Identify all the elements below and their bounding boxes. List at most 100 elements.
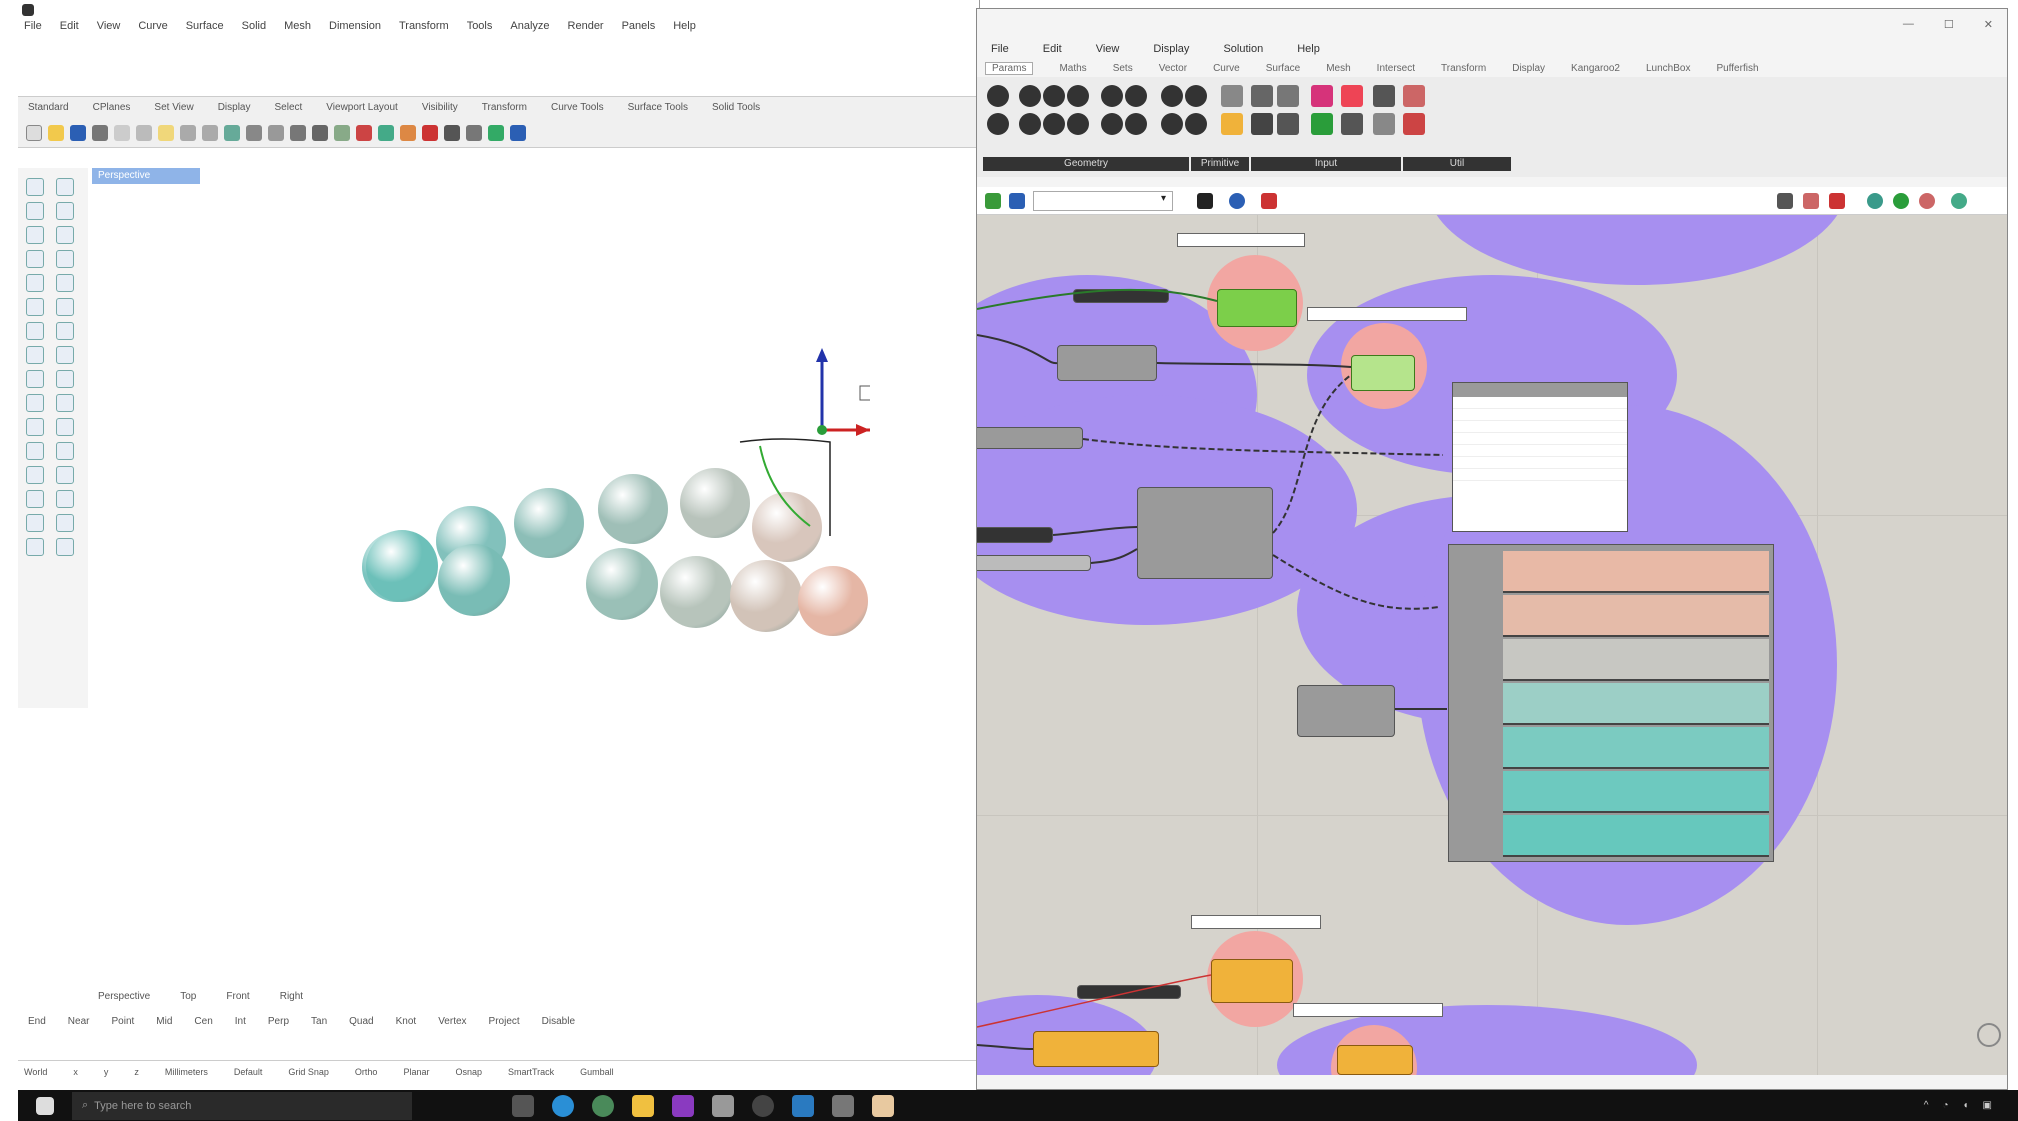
properties-icon[interactable] [400, 124, 416, 141]
status-grid-snap[interactable]: Grid Snap [288, 1067, 329, 1077]
gh-tab-mesh[interactable]: Mesh [1326, 63, 1350, 74]
colour-swatch-icon[interactable] [1341, 85, 1363, 107]
gradient-swatch-component[interactable] [1448, 544, 1774, 862]
gh-panel[interactable] [1452, 382, 1628, 532]
panel-icon[interactable] [1221, 85, 1243, 107]
status-planar[interactable]: Planar [403, 1067, 429, 1077]
task-view-icon[interactable] [512, 1094, 534, 1117]
polygon-icon[interactable] [26, 274, 44, 292]
menu-render[interactable]: Render [568, 20, 604, 38]
param-icon[interactable] [1019, 85, 1041, 107]
analyze-icon[interactable] [56, 490, 74, 508]
light-icon[interactable] [466, 124, 482, 141]
boolean-toggle-icon[interactable] [1277, 85, 1299, 107]
osnap-disable[interactable]: Disable [542, 1016, 575, 1027]
sketch-icon[interactable] [1261, 193, 1277, 209]
hide-icon[interactable] [26, 538, 44, 556]
sphere-8[interactable] [438, 544, 510, 616]
param-icon[interactable] [1101, 113, 1123, 135]
jump-icon[interactable] [1373, 113, 1395, 135]
curve-icon[interactable] [56, 202, 74, 220]
menu-help[interactable]: Help [673, 20, 696, 38]
menu-transform[interactable]: Transform [399, 20, 449, 38]
mesh-icon[interactable] [26, 346, 44, 364]
edge-icon[interactable] [552, 1094, 574, 1117]
extrude-icon[interactable] [56, 298, 74, 316]
pan-icon[interactable] [224, 124, 240, 141]
select-icon[interactable] [334, 124, 350, 141]
osnap-vertex[interactable]: Vertex [438, 1016, 466, 1027]
fillet-icon[interactable] [56, 346, 74, 364]
help-icon[interactable] [510, 124, 526, 141]
colour-wheel-icon[interactable] [1311, 113, 1333, 135]
outlook-icon[interactable] [792, 1094, 814, 1117]
param-icon[interactable] [987, 85, 1009, 107]
osnap-cen[interactable]: Cen [194, 1016, 212, 1027]
param-icon[interactable] [1067, 113, 1089, 135]
sphere-3[interactable] [514, 488, 584, 558]
sphere-7[interactable] [366, 530, 438, 602]
redo-icon[interactable] [202, 124, 218, 141]
command-prompt[interactable] [18, 66, 979, 80]
grasshopper-app-icon[interactable] [832, 1094, 854, 1117]
check-icon[interactable] [56, 514, 74, 532]
status-osnap[interactable]: Osnap [455, 1067, 482, 1077]
gh-tab-transform[interactable]: Transform [1441, 63, 1486, 74]
tab-set-view[interactable]: Set View [154, 102, 193, 113]
file-explorer-icon[interactable] [632, 1094, 654, 1117]
gh-menu-view[interactable]: View [1096, 43, 1120, 55]
new-file-icon[interactable] [26, 124, 42, 141]
save-icon[interactable] [70, 124, 86, 141]
menu-panels[interactable]: Panels [622, 20, 656, 38]
viewport-title-perspective[interactable]: Perspective [92, 168, 200, 184]
copy-object-icon[interactable] [56, 418, 74, 436]
chevron-down-icon[interactable]: ▾ [1161, 193, 1166, 204]
lock-icon[interactable] [356, 124, 372, 141]
gh-menu-help[interactable]: Help [1297, 43, 1320, 55]
gh-menu-file[interactable]: File [991, 43, 1009, 55]
dimension-icon[interactable] [26, 514, 44, 532]
grasshopper-icon[interactable] [488, 124, 504, 141]
scale-icon[interactable] [56, 442, 74, 460]
gh-tab-vector[interactable]: Vector [1159, 63, 1187, 74]
param-icon[interactable] [987, 113, 1009, 135]
tab-solid-tools[interactable]: Solid Tools [712, 102, 760, 113]
tab-curve-tools[interactable]: Curve Tools [551, 102, 604, 113]
osnap-end[interactable]: End [28, 1016, 46, 1027]
zoom-extents-icon[interactable] [312, 124, 328, 141]
menu-mesh[interactable]: Mesh [284, 20, 311, 38]
graph-mapper-icon[interactable] [1373, 85, 1395, 107]
rotate-icon[interactable] [26, 442, 44, 460]
osnap-quad[interactable]: Quad [349, 1016, 373, 1027]
menu-edit[interactable]: Edit [60, 20, 79, 38]
close-icon[interactable]: ✕ [1984, 18, 1993, 31]
cut-icon[interactable] [114, 124, 130, 141]
param-icon[interactable] [1043, 113, 1065, 135]
md-slider-icon[interactable] [1251, 113, 1273, 135]
tab-top[interactable]: Top [180, 991, 196, 1002]
param-icon[interactable] [1161, 85, 1183, 107]
rotate-view-icon[interactable] [246, 124, 262, 141]
value-list-icon[interactable] [1221, 113, 1243, 135]
paste-icon[interactable] [158, 124, 174, 141]
sphere-11[interactable] [730, 560, 802, 632]
mirror-icon[interactable] [26, 466, 44, 484]
surface-icon[interactable] [26, 298, 44, 316]
sphere-9[interactable] [586, 548, 658, 620]
perspective-viewport[interactable] [90, 186, 978, 986]
print-icon[interactable] [92, 124, 108, 141]
array-icon[interactable] [56, 466, 74, 484]
gh-tab-curve[interactable]: Curve [1213, 63, 1240, 74]
point-icon[interactable] [26, 178, 44, 196]
status-ortho[interactable]: Ortho [355, 1067, 378, 1077]
menu-solid[interactable]: Solid [242, 20, 266, 38]
calendar-icon[interactable] [1277, 113, 1299, 135]
number-slider-icon[interactable] [1251, 85, 1273, 107]
open-document-icon[interactable] [985, 193, 1001, 209]
boolean-icon[interactable] [26, 490, 44, 508]
copy-icon[interactable] [136, 124, 152, 141]
status-layer[interactable]: Default [234, 1067, 263, 1077]
text-icon[interactable] [56, 274, 74, 292]
gh-tab-lunchbox[interactable]: LunchBox [1646, 63, 1690, 74]
tab-transform[interactable]: Transform [482, 102, 527, 113]
